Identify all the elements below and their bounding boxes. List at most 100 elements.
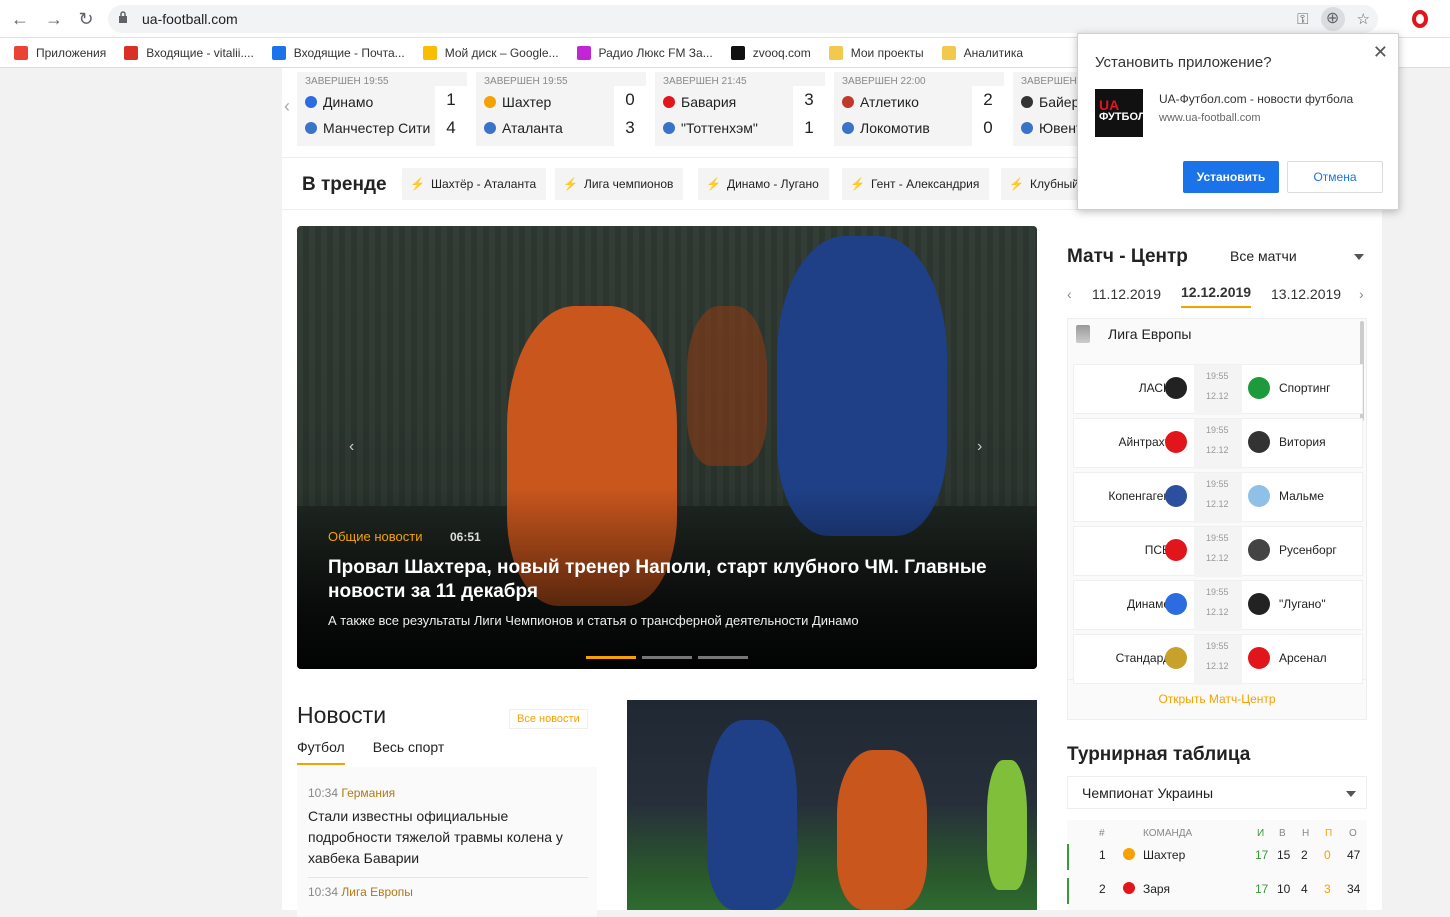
team-crest-icon: [484, 122, 496, 134]
bookmark-item[interactable]: Мои проекты: [828, 45, 924, 60]
bookmark-item[interactable]: zvooq.com: [730, 45, 811, 60]
match-row[interactable]: Копенгаген 19:55 12.12 Мальме: [1073, 472, 1363, 523]
match-row[interactable]: ПСВ 19:55 12.12 Русенборг: [1073, 526, 1363, 577]
away-team: Аталанта: [484, 120, 563, 136]
match-status: ЗАВЕРШЕН 22:00: [842, 76, 926, 87]
match-row[interactable]: Стандард 19:55 12.12 Арсенал: [1073, 634, 1363, 685]
table-cell: 34: [1347, 882, 1361, 896]
table-cell: 1: [1099, 848, 1106, 862]
bookmark-label: Мои проекты: [850, 45, 924, 60]
reload-icon[interactable]: ↻: [74, 8, 98, 30]
home-team-name: Шахтер: [502, 94, 552, 110]
trend-chip[interactable]: ⚡ Динамо - Лугано: [698, 168, 829, 200]
hero-dot-2[interactable]: [642, 656, 692, 659]
address-bar[interactable]: ua-football.com ⚿ ⊕ ☆: [108, 5, 1378, 33]
close-icon[interactable]: ✕: [1373, 42, 1388, 63]
install-app-icon[interactable]: ⊕: [1320, 7, 1345, 31]
team-crest-icon: [305, 96, 317, 108]
bookmark-item[interactable]: Аналитика: [941, 45, 1023, 60]
back-icon[interactable]: ←: [8, 8, 32, 30]
trend-chip[interactable]: ⚡ Лига чемпионов: [555, 168, 684, 200]
bookmark-item[interactable]: Приложения: [14, 45, 107, 60]
trend-chip[interactable]: ⚡ Клубный: [1001, 168, 1089, 200]
hero-prev-icon[interactable]: ‹: [349, 438, 354, 456]
bookmark-label: Входящие - vitalii....: [146, 45, 254, 60]
date-prev[interactable]: 11.12.2019: [1092, 286, 1161, 302]
hero-category[interactable]: Общие новости: [328, 529, 422, 544]
bookmark-label: Приложения: [36, 45, 107, 60]
table-select[interactable]: Чемпионат Украины: [1067, 776, 1367, 809]
team-crest-icon: [1021, 96, 1033, 108]
all-news-link[interactable]: Все новости: [509, 709, 588, 729]
hero-dot-1[interactable]: [586, 656, 636, 659]
standings-table: # КОМАНДА И В Н П О 1 Шахтер 17 15 2 0 47 2 Заря 17 10 4 3 3…: [1067, 820, 1367, 910]
europa-league-icon: [1076, 325, 1090, 343]
news-tag[interactable]: Германия: [341, 786, 395, 800]
photo-player-orange: [837, 750, 927, 910]
home-crest-icon: [1165, 593, 1187, 615]
table-cell: 2: [1301, 848, 1308, 862]
team-crest-icon: [842, 96, 854, 108]
team-crest-icon: [663, 122, 675, 134]
match-filter-dropdown[interactable]: Все матчи: [1230, 248, 1370, 264]
away-team-name: Аталанта: [502, 120, 563, 136]
bookmark-item[interactable]: Входящие - Почта...: [271, 45, 405, 60]
bookmark-item[interactable]: Мой диск – Google...: [422, 45, 559, 60]
team-name[interactable]: Шахтер: [1143, 848, 1185, 862]
bookmark-icon: [124, 45, 139, 60]
date-prev-icon[interactable]: ‹: [1067, 286, 1072, 302]
match-row[interactable]: Динамо 19:55 12.12 "Лугано": [1073, 580, 1363, 631]
tab-all-sport[interactable]: Весь спорт: [373, 739, 445, 765]
hero-dot-3[interactable]: [698, 656, 748, 659]
hero-headline[interactable]: Провал Шахтера, новый тренер Наполи, ста…: [328, 556, 1008, 604]
score-card[interactable]: ЗАВЕРШЕН 22:00 Атлетико Локомотив 2 0: [834, 72, 1004, 146]
table-cell: 15: [1277, 848, 1291, 862]
trend-chip[interactable]: ⚡ Гент - Александрия: [842, 168, 990, 200]
bookmark-icon: [941, 45, 956, 60]
score-card[interactable]: ЗАВЕРШЕН 19:55 Динамо Манчестер Сити 1 4: [297, 72, 467, 146]
tab-football[interactable]: Футбол: [297, 739, 345, 765]
bookmark-item[interactable]: Радио Люкс FM За...: [576, 45, 713, 60]
key-icon[interactable]: ⚿: [1297, 11, 1308, 28]
kickoff-time: 19:55: [1206, 479, 1229, 489]
scores-prev-icon[interactable]: ‹: [284, 96, 290, 117]
date-next-icon[interactable]: ›: [1359, 286, 1364, 302]
date-next[interactable]: 13.12.2019: [1271, 286, 1341, 302]
hero-next-icon[interactable]: ›: [977, 438, 982, 456]
date-current[interactable]: 12.12.2019: [1181, 284, 1252, 308]
bookmark-icon: [730, 45, 745, 60]
match-time: 19:55 12.12: [1194, 365, 1242, 415]
match-row[interactable]: ЛАСК 19:55 12.12 Спортинг: [1073, 364, 1363, 415]
away-team-name: Русенборг: [1279, 543, 1337, 557]
home-team: Бавария: [663, 94, 736, 110]
away-crest-icon: [1248, 377, 1270, 399]
bookmark-star-icon[interactable]: ☆: [1357, 10, 1370, 28]
match-row[interactable]: Айнтрахт 19:55 12.12 Витория: [1073, 418, 1363, 469]
table-cell: 2: [1099, 882, 1106, 896]
news-item-title[interactable]: Стали известны официальные подробности т…: [308, 806, 588, 869]
home-team-name: Айнтрахт: [1118, 435, 1170, 449]
hero-slider[interactable]: ‹ › Общие новости 06:51 Провал Шахтера, …: [297, 226, 1037, 669]
bookmark-item[interactable]: Входящие - vitalii....: [124, 45, 254, 60]
trend-chip[interactable]: ⚡ Шахтёр - Аталанта: [402, 168, 547, 200]
cancel-button[interactable]: Отмена: [1287, 161, 1383, 193]
league-header[interactable]: Лига Европы: [1076, 325, 1191, 343]
news-tag[interactable]: Лига Европы: [341, 885, 413, 899]
bookmark-icon: [422, 45, 437, 60]
home-team-name: Динамо: [323, 94, 374, 110]
news-photo[interactable]: [627, 700, 1037, 910]
table-header: #: [1099, 828, 1105, 839]
away-team: Ювент: [1021, 120, 1082, 136]
away-score: 4: [446, 118, 456, 137]
match-status: ЗАВЕРШЕН 2: [1021, 76, 1086, 87]
score-card[interactable]: ЗАВЕРШЕН 19:55 Шахтер Аталанта 0 3: [476, 72, 646, 146]
leader-marker: [1067, 844, 1069, 870]
team-crest-icon: [305, 122, 317, 134]
opera-icon[interactable]: [1412, 10, 1428, 28]
score-card[interactable]: ЗАВЕРШЕН 21:45 Бавария "Тоттенхэм" 3 1: [655, 72, 825, 146]
away-team-name: "Тоттенхэм": [681, 120, 758, 136]
forward-icon[interactable]: →: [42, 8, 66, 30]
away-crest-icon: [1248, 593, 1270, 615]
team-name[interactable]: Заря: [1143, 882, 1170, 896]
install-button[interactable]: Установить: [1183, 161, 1279, 193]
